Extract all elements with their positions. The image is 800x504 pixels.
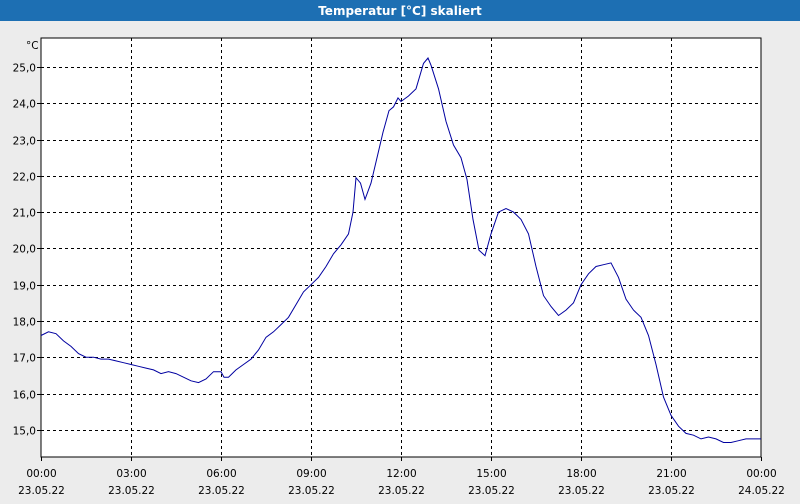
x-tick-time-label: 21:00 [656, 468, 686, 480]
y-tick-label: 17,0 [13, 353, 36, 365]
x-tick-date-label: 23.05.22 [18, 485, 65, 497]
x-tick-date-label: 23.05.22 [108, 485, 155, 497]
chart-panel: °C 15,0 16,0 17,0 18,0 19,0 20,0 21,0 22,0 23,0 2… [0, 21, 800, 500]
x-tick-time-label: 18:00 [566, 468, 596, 480]
y-tick-label: 22,0 [13, 172, 36, 184]
y-tick-label: 20,0 [13, 244, 36, 256]
x-tick-date-label: 24.05.22 [738, 485, 785, 497]
x-tick-time-label: 03:00 [116, 468, 146, 480]
x-tick-date-label: 23.05.22 [648, 485, 695, 497]
window-title-bar: Temperatur [°C] skaliert [0, 0, 800, 21]
x-tick-date-label: 23.05.22 [378, 485, 425, 497]
y-tick-label: 19,0 [13, 281, 36, 293]
x-tick-time-label: 15:00 [476, 468, 506, 480]
x-tick-time-label: 00:00 [26, 468, 56, 480]
x-tick-date-label: 23.05.22 [288, 485, 335, 497]
y-tick-label: 15,0 [13, 426, 36, 438]
y-tick-label: 18,0 [13, 317, 36, 329]
y-tick-label: 25,0 [13, 63, 36, 75]
y-tick-label: 16,0 [13, 390, 36, 402]
y-axis: °C 15,0 16,0 17,0 18,0 19,0 20,0 21,0 22,0 23,0 2… [13, 40, 41, 438]
temperature-chart: °C 15,0 16,0 17,0 18,0 19,0 20,0 21,0 22,0 23,0 2… [13, 37, 785, 497]
x-tick-date-label: 23.05.22 [198, 485, 245, 497]
x-tick-date-label: 23.05.22 [468, 485, 515, 497]
y-axis-unit-label: °C [26, 40, 39, 52]
y-tick-label: 23,0 [13, 136, 36, 148]
x-tick-time-label: 12:00 [386, 468, 416, 480]
window-title: Temperatur [°C] skaliert [318, 3, 482, 18]
y-tick-label: 21,0 [13, 208, 36, 220]
x-tick-time-label: 06:00 [206, 468, 236, 480]
x-tick-time-label: 09:00 [296, 468, 326, 480]
x-tick-date-label: 23.05.22 [558, 485, 605, 497]
y-tick-label: 24,0 [13, 99, 36, 111]
x-axis: 00:00 23.05.22 03:00 23.05.22 06:00 23.05.22 0… [18, 457, 785, 497]
x-tick-time-label: 00:00 [746, 468, 776, 480]
